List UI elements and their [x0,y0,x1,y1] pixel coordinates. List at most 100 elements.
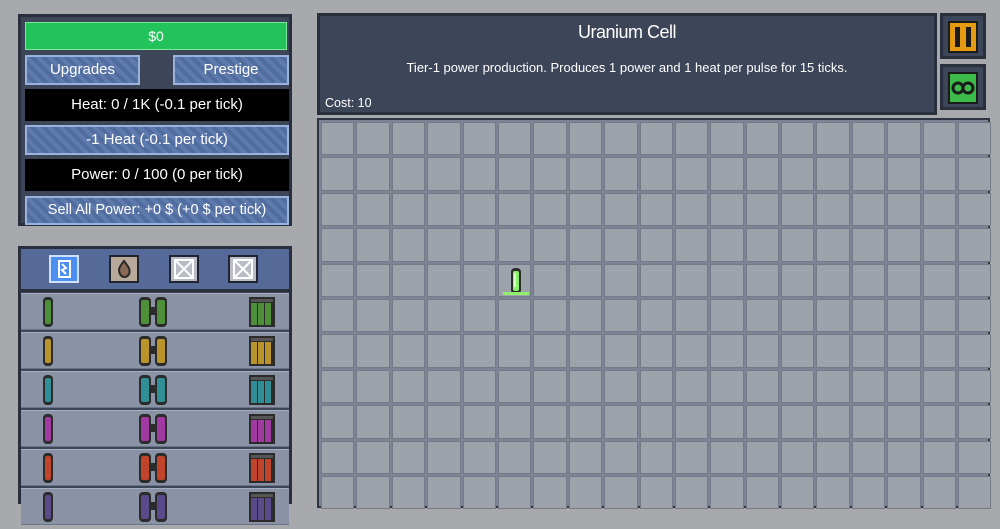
reactor-tile[interactable] [321,440,355,474]
reactor-tile[interactable] [816,228,850,262]
reactor-tile[interactable] [427,122,461,156]
reactor-tile[interactable] [427,298,461,333]
reactor-tile[interactable] [958,122,992,156]
reactor-tile[interactable] [462,475,496,510]
reactor-tile[interactable] [462,405,496,439]
reactor-tile[interactable] [639,122,673,156]
vent-heat-button[interactable]: -1 Heat (-0.1 per tick) [25,125,289,155]
reactor-tile[interactable] [922,157,957,191]
reactor-tile[interactable] [356,263,390,297]
reactor-tile[interactable] [745,263,780,297]
reactor-tile[interactable] [745,192,780,227]
reactor-tile[interactable] [497,192,532,227]
reactor-tile[interactable] [391,334,426,368]
reactor-tile[interactable] [427,369,461,404]
reactor-tile[interactable] [781,263,815,297]
reactor-tile[interactable] [568,122,603,156]
reactor-tile[interactable] [604,157,638,191]
double-cell-part-icon[interactable] [137,334,169,373]
reactor-tile[interactable] [674,369,709,404]
reactor-tile[interactable] [887,122,921,156]
reactor-tile[interactable] [321,228,355,262]
reactor-tile[interactable] [427,334,461,368]
reactor-tile[interactable] [958,298,992,333]
reactor-tile[interactable] [851,440,886,474]
reactor-tile[interactable] [604,192,638,227]
quad-cell-part-icon[interactable] [247,490,277,529]
reactor-tile[interactable] [710,228,744,262]
reactor-tile[interactable] [851,157,886,191]
reactor-tile[interactable] [887,157,921,191]
reactor-tile[interactable] [958,228,992,262]
reactor-tile[interactable] [781,405,815,439]
reactor-tile[interactable] [391,298,426,333]
single-cell-part-icon[interactable] [41,490,55,529]
reactor-tile[interactable] [922,192,957,227]
reactor-tile[interactable] [922,263,957,297]
reactor-tile[interactable] [781,440,815,474]
reactor-tile[interactable] [533,334,567,368]
reactor-tile[interactable] [497,334,532,368]
reactor-tile[interactable] [462,192,496,227]
reactor-tile[interactable] [497,157,532,191]
reactor-tile[interactable] [851,122,886,156]
quad-cell-part-icon[interactable] [247,295,277,334]
reactor-tile[interactable] [391,440,426,474]
reactor-tile[interactable] [321,369,355,404]
reactor-tile[interactable] [816,405,850,439]
reactor-tile[interactable] [427,475,461,510]
reactor-tile[interactable] [497,369,532,404]
locked-tab-icon[interactable] [228,255,258,283]
reactor-tile[interactable] [745,157,780,191]
reactor-tile[interactable] [674,157,709,191]
reactor-tile[interactable] [710,334,744,368]
reactor-tile[interactable] [745,475,780,510]
reactor-tile[interactable] [851,369,886,404]
reactor-tile[interactable] [674,334,709,368]
reactor-tile[interactable] [781,228,815,262]
reactor-tile[interactable] [710,192,744,227]
reactor-tile[interactable] [958,440,992,474]
reactor-tile[interactable] [674,405,709,439]
reactor-tile[interactable] [462,440,496,474]
reactor-tile[interactable] [604,334,638,368]
reactor-tile[interactable] [321,122,355,156]
reactor-tile[interactable] [674,440,709,474]
reactor-tile[interactable] [674,122,709,156]
reactor-tile[interactable] [427,228,461,262]
reactor-tile[interactable] [462,334,496,368]
reactor-tile[interactable] [568,334,603,368]
single-cell-part-icon[interactable] [41,451,55,490]
power-tab-icon[interactable] [49,255,79,283]
reactor-tile[interactable] [710,263,744,297]
reactor-tile[interactable] [710,298,744,333]
reactor-tile[interactable] [462,228,496,262]
reactor-tile[interactable] [427,440,461,474]
quad-cell-part-icon[interactable] [247,334,277,373]
reactor-tile[interactable] [745,228,780,262]
reactor-tile[interactable] [604,122,638,156]
upgrades-button[interactable]: Upgrades [25,55,140,85]
reactor-tile[interactable] [674,298,709,333]
reactor-tile[interactable] [533,440,567,474]
reactor-tile[interactable] [604,263,638,297]
reactor-tile[interactable] [604,475,638,510]
reactor-tile[interactable] [816,192,850,227]
reactor-tile[interactable] [710,440,744,474]
reactor-tile[interactable] [816,122,850,156]
reactor-tile[interactable] [427,263,461,297]
reactor-tile[interactable] [922,475,957,510]
reactor-tile[interactable] [356,228,390,262]
reactor-tile[interactable] [391,122,426,156]
double-cell-part-icon[interactable] [137,490,169,529]
reactor-tile[interactable] [533,369,567,404]
reactor-tile[interactable] [816,157,850,191]
reactor-tile[interactable] [639,298,673,333]
single-cell-part-icon[interactable] [41,334,55,373]
pause-button[interactable] [940,13,986,59]
reactor-tile[interactable] [887,334,921,368]
reactor-tile[interactable] [745,405,780,439]
reactor-tile[interactable] [816,369,850,404]
reactor-tile[interactable] [568,475,603,510]
reactor-tile-uranium-cell[interactable] [497,263,532,297]
